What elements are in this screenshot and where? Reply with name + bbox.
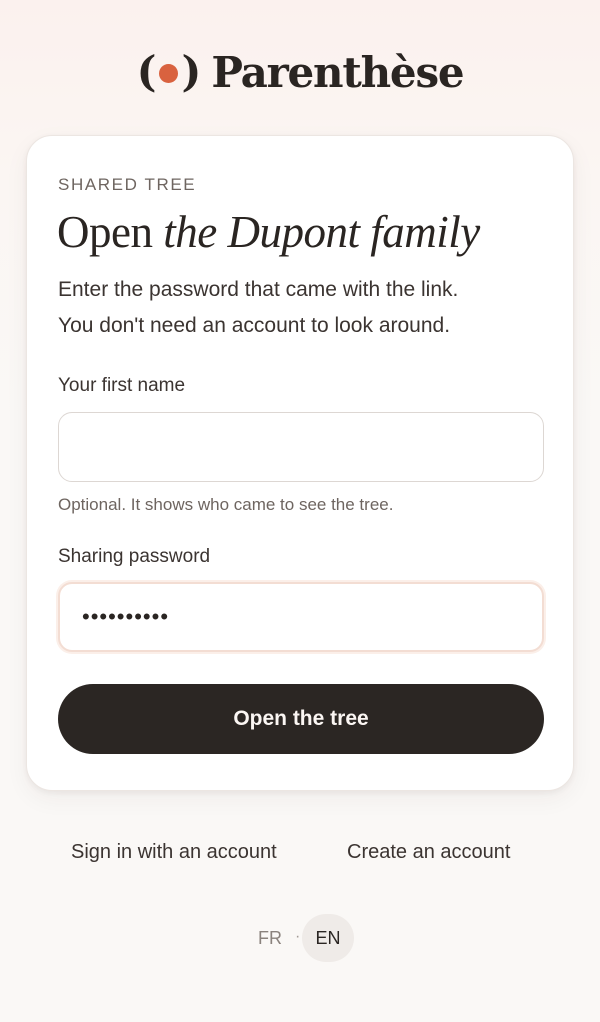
intro-text: Enter the password that came with the li… xyxy=(58,272,548,344)
language-separator: · xyxy=(295,928,301,945)
title-plain: Open xyxy=(57,207,153,257)
password-label: Sharing password xyxy=(58,546,211,567)
first-name-hint: Optional. It shows who came to see the t… xyxy=(58,495,394,514)
first-name-label: Your first name xyxy=(58,375,186,396)
brand-name: Parenthèse xyxy=(211,48,464,97)
eyebrow-label: SHARED TREE xyxy=(58,175,197,194)
first-name-input[interactable] xyxy=(58,412,544,482)
intro-line-2: You don't need an account to look around… xyxy=(58,314,451,337)
language-fr[interactable]: FR xyxy=(258,928,282,949)
title-italic: the Dupont family xyxy=(163,207,480,257)
shared-tree-card: SHARED TREE Open the Dupont family Enter… xyxy=(26,135,574,791)
logo-dot xyxy=(159,63,179,83)
sign-in-link[interactable]: Sign in with an account xyxy=(71,841,277,864)
parenthese-logo-icon: ( ) xyxy=(136,47,202,96)
intro-line-1: Enter the password that came with the li… xyxy=(58,278,459,301)
password-input[interactable]: •••••••••• xyxy=(58,582,544,652)
open-tree-button[interactable]: Open the tree xyxy=(58,684,544,754)
page-title: Open the Dupont family xyxy=(57,206,480,258)
create-account-link[interactable]: Create an account xyxy=(347,841,510,864)
brand-logo: ( ) Parenthèse xyxy=(0,47,600,97)
language-en[interactable]: EN xyxy=(302,914,354,962)
language-switcher: FR · EN xyxy=(0,914,600,962)
